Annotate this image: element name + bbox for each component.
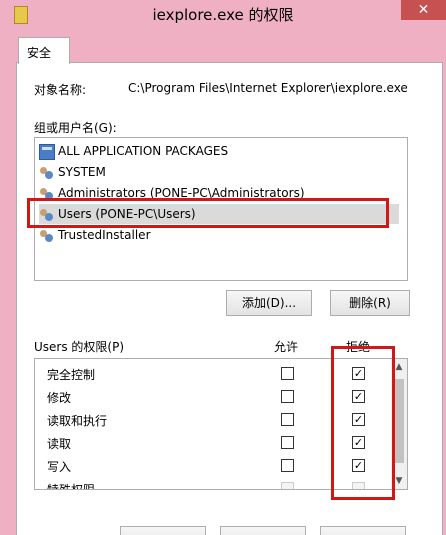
deny-checkbox[interactable]: ✓ <box>352 413 365 426</box>
table-row: 特殊权限 <box>35 477 391 490</box>
list-item[interactable]: TrustedInstaller <box>39 225 399 245</box>
allow-checkbox[interactable] <box>281 436 294 449</box>
permissions-dialog: iexplore.exe 的权限 ✕ 安全 对象名称: C:\Program F… <box>0 0 446 535</box>
allow-checkbox[interactable] <box>281 413 294 426</box>
chevron-up-icon[interactable]: ▲ <box>391 359 407 375</box>
deny-checkbox <box>352 482 365 489</box>
permission-name: 读取和执行 <box>47 414 108 428</box>
list-item-label: ALL APPLICATION PACKAGES <box>58 144 229 158</box>
deny-checkbox[interactable]: ✓ <box>352 367 365 380</box>
permissions-label: Users 的权限(P) <box>34 340 125 354</box>
groups-label: 组或用户名(G): <box>34 121 117 135</box>
deny-checkbox[interactable]: ✓ <box>352 459 365 472</box>
apply-button[interactable] <box>320 526 406 535</box>
list-item-label: Administrators (PONE-PC\Administrators) <box>58 186 305 200</box>
deny-header: 拒绝 <box>346 340 371 354</box>
list-item-label: TrustedInstaller <box>58 228 151 242</box>
allow-checkbox[interactable] <box>281 459 294 472</box>
list-item-label: SYSTEM <box>58 165 106 179</box>
table-row: 读取 ✓ <box>35 431 391 454</box>
allow-checkbox <box>281 482 294 489</box>
deny-checkbox[interactable]: ✓ <box>352 390 365 403</box>
table-row: 修改 ✓ <box>35 385 391 408</box>
permissions-list[interactable]: 完全控制 ✓ 修改 ✓ 读取和执行 ✓ 读取 ✓ 写入 ✓ 特殊权限 ▲ ▼ <box>34 358 408 490</box>
table-row: 读取和执行 ✓ <box>35 408 391 431</box>
users-icon <box>39 165 55 181</box>
window-title: iexplore.exe 的权限 <box>152 6 294 24</box>
object-name-label: 对象名称: <box>34 83 87 97</box>
scroll-thumb[interactable] <box>394 379 404 463</box>
deny-checkbox[interactable]: ✓ <box>352 436 365 449</box>
permission-name: 读取 <box>47 437 72 451</box>
close-button[interactable]: ✕ <box>401 0 446 20</box>
users-icon <box>39 207 55 223</box>
permission-name: 修改 <box>47 391 72 405</box>
remove-button[interactable]: 删除(R) <box>330 290 410 316</box>
permissions-scrollbar[interactable]: ▲ ▼ <box>391 359 407 489</box>
list-item[interactable]: ALL APPLICATION PACKAGES <box>39 141 399 161</box>
add-button[interactable]: 添加(D)... <box>226 290 312 316</box>
list-item-selected[interactable]: Users (PONE-PC\Users) <box>39 204 399 224</box>
permission-name: 写入 <box>47 460 72 474</box>
chevron-down-icon[interactable]: ▼ <box>391 473 407 489</box>
users-icon <box>39 228 55 244</box>
tab-security[interactable]: 安全 <box>18 37 70 64</box>
title-bar: iexplore.exe 的权限 ✕ <box>0 0 446 28</box>
permission-name: 特殊权限 <box>47 483 96 490</box>
group-user-list[interactable]: ALL APPLICATION PACKAGES SYSTEM Administ… <box>34 137 408 281</box>
users-icon <box>39 186 55 202</box>
allow-checkbox[interactable] <box>281 367 294 380</box>
list-item[interactable]: Administrators (PONE-PC\Administrators) <box>39 183 399 203</box>
cancel-button[interactable] <box>220 526 306 535</box>
table-row: 写入 ✓ <box>35 454 391 477</box>
package-icon <box>39 143 55 160</box>
list-item[interactable]: SYSTEM <box>39 162 399 182</box>
table-row: 完全控制 ✓ <box>35 362 391 385</box>
allow-checkbox[interactable] <box>281 390 294 403</box>
tab-security-label: 安全 <box>27 46 52 60</box>
object-path: C:\Program Files\Internet Explorer\iexpl… <box>128 81 408 95</box>
permission-name: 完全控制 <box>47 368 96 382</box>
allow-header: 允许 <box>274 340 299 354</box>
ok-button[interactable] <box>120 526 206 535</box>
list-item-label: Users (PONE-PC\Users) <box>58 207 196 221</box>
